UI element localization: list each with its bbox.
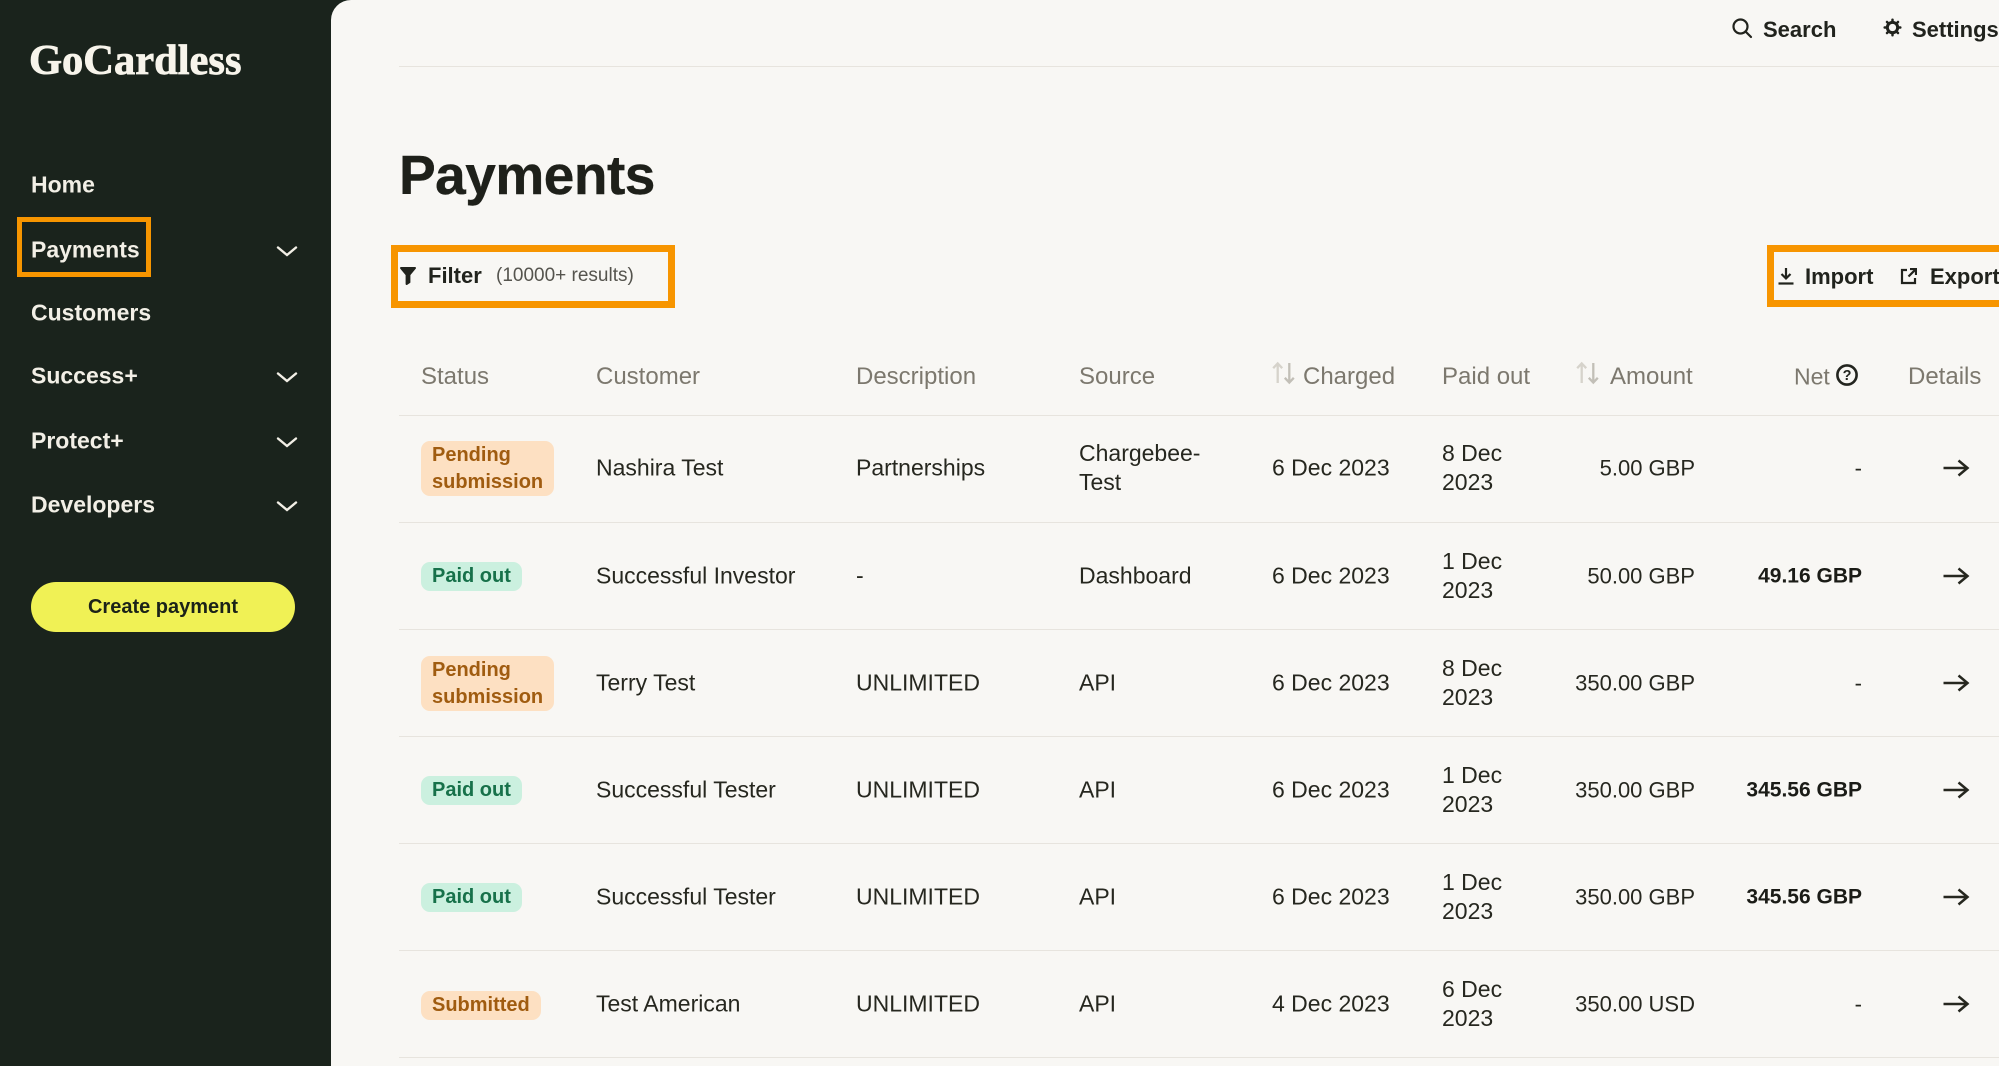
svg-text:?: ? xyxy=(1843,368,1852,384)
